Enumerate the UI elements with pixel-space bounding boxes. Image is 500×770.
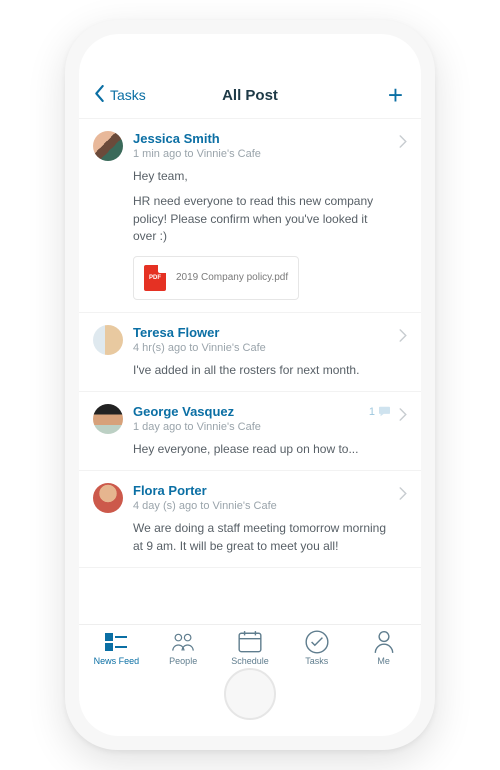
calendar-icon bbox=[237, 631, 263, 653]
back-button[interactable]: Tasks bbox=[93, 85, 146, 105]
post-author: Flora Porter bbox=[133, 483, 387, 498]
chevron-left-icon bbox=[93, 85, 106, 105]
home-button[interactable] bbox=[224, 668, 276, 720]
tab-label: News Feed bbox=[94, 656, 140, 666]
chevron-right-icon bbox=[399, 329, 407, 347]
post-author: Teresa Flower bbox=[133, 325, 387, 340]
post-item[interactable]: 1 George Vasquez 1 day ago to Vinnie's C… bbox=[79, 392, 421, 471]
tab-schedule[interactable]: Schedule bbox=[217, 631, 284, 666]
post-author: George Vasquez bbox=[133, 404, 387, 419]
tab-people[interactable]: People bbox=[150, 631, 217, 666]
post-meta: 4 hr(s) ago to Vinnie's Cafe bbox=[133, 342, 387, 354]
tab-label: People bbox=[169, 656, 197, 666]
comment-count: 1 bbox=[369, 406, 391, 418]
header: Tasks All Post + bbox=[79, 60, 421, 118]
tab-label: Me bbox=[377, 656, 390, 666]
pdf-icon: PDF bbox=[144, 265, 166, 291]
post-meta: 1 day ago to Vinnie's Cafe bbox=[133, 421, 387, 433]
post-body: I've added in all the rosters for next m… bbox=[133, 362, 387, 379]
post-item[interactable]: Flora Porter 4 day (s) ago to Vinnie's C… bbox=[79, 471, 421, 568]
page-title: All Post bbox=[222, 87, 278, 104]
post-body: We are doing a staff meeting tomorrow mo… bbox=[133, 520, 387, 555]
newsfeed-icon bbox=[103, 631, 129, 653]
tab-tasks[interactable]: Tasks bbox=[283, 631, 350, 666]
post-item[interactable]: Teresa Flower 4 hr(s) ago to Vinnie's Ca… bbox=[79, 313, 421, 392]
tab-newsfeed[interactable]: News Feed bbox=[83, 631, 150, 666]
avatar bbox=[93, 131, 123, 161]
tasks-icon bbox=[304, 631, 330, 653]
tab-me[interactable]: Me bbox=[350, 631, 417, 666]
tab-label: Tasks bbox=[305, 656, 328, 666]
post-meta: 1 min ago to Vinnie's Cafe bbox=[133, 148, 387, 160]
post-feed: Jessica Smith 1 min ago to Vinnie's Cafe… bbox=[79, 118, 421, 624]
attachment-filename: 2019 Company policy.pdf bbox=[176, 272, 288, 283]
avatar bbox=[93, 404, 123, 434]
phone-frame: Tasks All Post + Jessica Smith 1 min ago… bbox=[65, 20, 435, 750]
tab-bar: News Feed People bbox=[79, 624, 421, 672]
back-label: Tasks bbox=[110, 87, 146, 103]
post-body: Hey everyone, please read up on how to..… bbox=[133, 441, 387, 458]
post-meta: 4 day (s) ago to Vinnie's Cafe bbox=[133, 500, 387, 512]
post-item[interactable]: Jessica Smith 1 min ago to Vinnie's Cafe… bbox=[79, 119, 421, 313]
chevron-right-icon bbox=[399, 487, 407, 505]
avatar bbox=[93, 483, 123, 513]
person-icon bbox=[371, 631, 397, 653]
post-author: Jessica Smith bbox=[133, 131, 387, 146]
chevron-right-icon bbox=[399, 408, 407, 426]
comment-icon bbox=[378, 406, 391, 417]
people-icon bbox=[170, 631, 196, 653]
post-body: Hey team, HR need everyone to read this … bbox=[133, 168, 387, 246]
add-post-button[interactable]: + bbox=[388, 82, 403, 108]
attachment[interactable]: PDF 2019 Company policy.pdf bbox=[133, 256, 299, 300]
chevron-right-icon bbox=[399, 135, 407, 153]
screen: Tasks All Post + Jessica Smith 1 min ago… bbox=[79, 34, 421, 736]
tab-label: Schedule bbox=[231, 656, 269, 666]
avatar bbox=[93, 325, 123, 355]
